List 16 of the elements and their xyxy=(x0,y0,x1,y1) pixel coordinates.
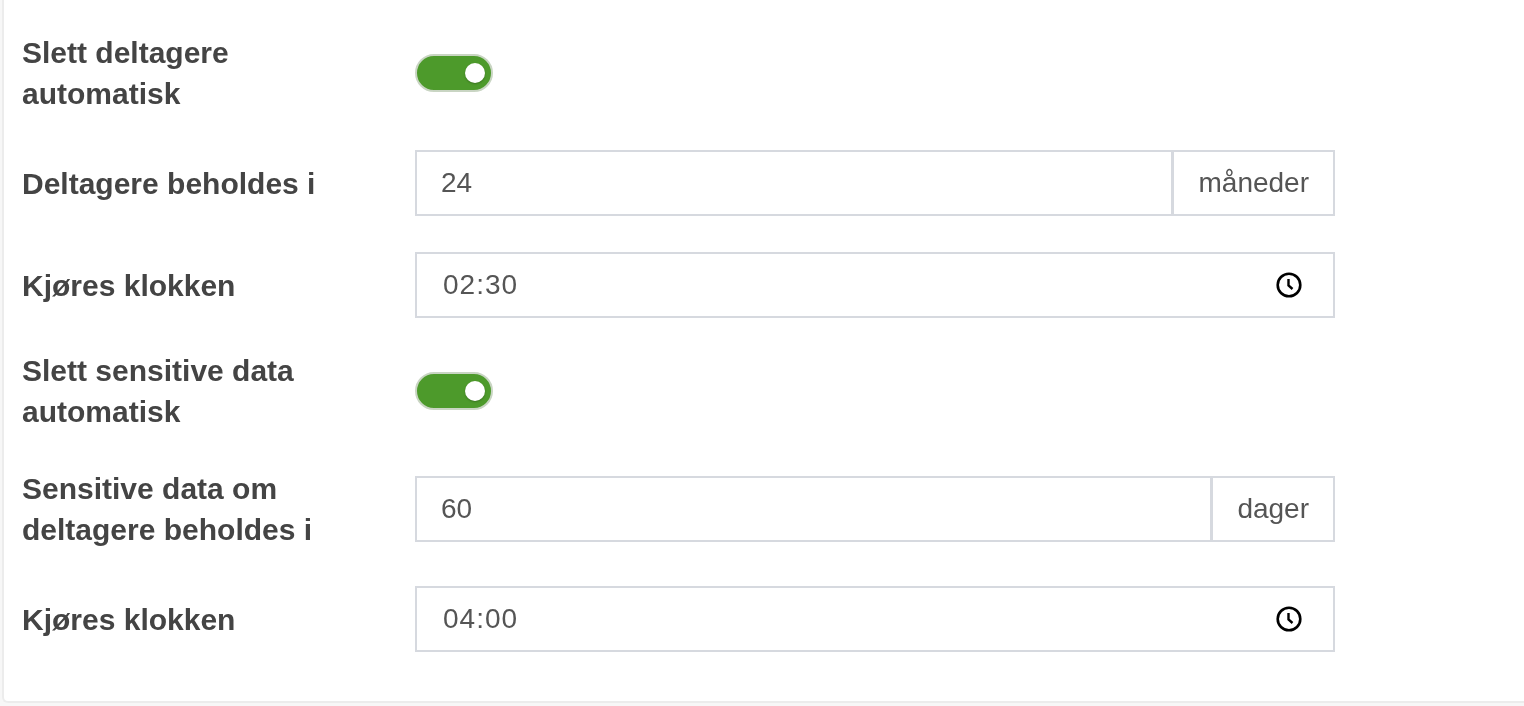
setting-label: Deltagere beholdes i xyxy=(22,165,317,202)
number-field[interactable]: 24 xyxy=(415,150,1174,216)
setting-label: Kjøres klokken xyxy=(22,267,237,304)
toggle-switch[interactable] xyxy=(415,372,493,410)
unit-addon: dager xyxy=(1211,476,1335,542)
setting-label: Sensitive data om deltagere beholdes i xyxy=(22,471,314,548)
clock-icon[interactable] xyxy=(1276,272,1302,298)
time-field[interactable]: 04:00 xyxy=(415,586,1335,652)
unit-addon: måneder xyxy=(1172,150,1335,216)
setting-label: Kjøres klokken xyxy=(22,601,237,638)
time-field[interactable]: 02:30 xyxy=(415,252,1335,318)
toggle-switch[interactable] xyxy=(415,54,493,92)
clock-icon[interactable] xyxy=(1276,606,1302,632)
number-field[interactable]: 60 xyxy=(415,476,1213,542)
setting-label: Slett sensitive data automatisk xyxy=(22,353,295,430)
setting-label: Slett deltagere automatisk xyxy=(22,35,230,112)
